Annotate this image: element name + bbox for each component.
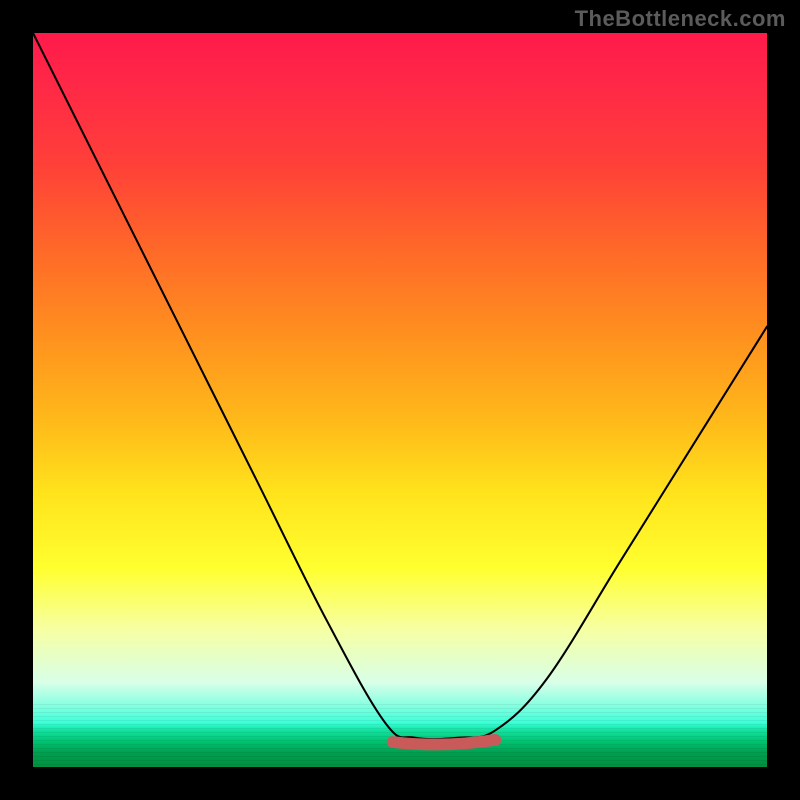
watermark-text: TheBottleneck.com [575, 6, 786, 32]
curves-layer [33, 33, 767, 767]
chart-stage: TheBottleneck.com [0, 0, 800, 800]
optimal-range-band [393, 740, 496, 745]
plot-area [33, 33, 767, 767]
bottleneck-curve [33, 33, 767, 739]
